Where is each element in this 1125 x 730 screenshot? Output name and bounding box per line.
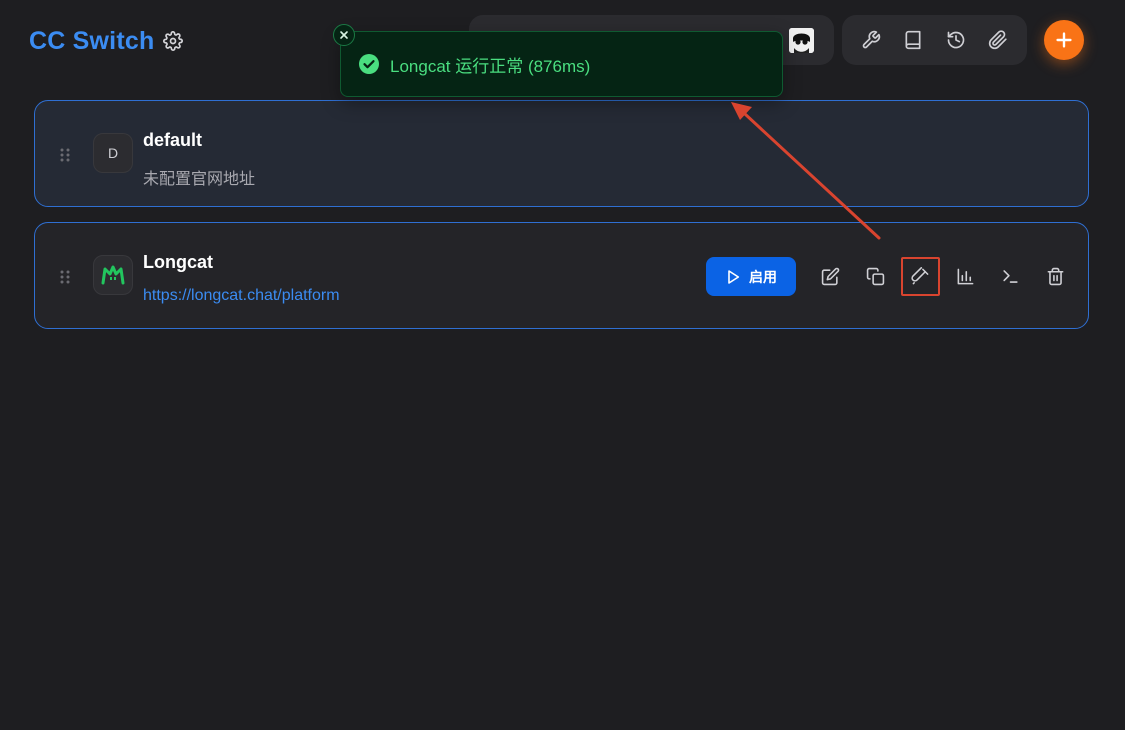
longcat-logo-icon [93, 255, 133, 295]
provider-initial-icon: D [93, 133, 133, 173]
provider-website: 未配置官网地址 [143, 171, 256, 188]
drag-handle-icon[interactable] [59, 147, 71, 163]
avatar-icon [789, 28, 814, 53]
tool-bar [842, 15, 1027, 65]
settings-button[interactable] [160, 28, 186, 54]
plus-icon [1056, 32, 1072, 48]
test-tube-icon [911, 267, 929, 285]
provider-card-longcat[interactable]: Longcat https://longcat.chat/platform 启用 [34, 222, 1089, 329]
avatar[interactable] [789, 28, 814, 53]
provider-card-default[interactable]: D default 未配置官网地址 [34, 100, 1089, 207]
toast-notification: Longcat 运行正常 (876ms) [340, 31, 783, 97]
usage-stats-button[interactable] [949, 260, 982, 293]
enable-button[interactable]: 启用 [706, 257, 796, 296]
copy-icon [866, 267, 885, 286]
play-icon [728, 269, 740, 284]
docs-button[interactable] [896, 23, 930, 57]
edit-button[interactable] [814, 260, 847, 293]
test-connection-button[interactable] [901, 257, 940, 296]
bar-chart-icon [957, 268, 974, 285]
check-circle-icon [359, 54, 379, 74]
trash-icon [1047, 267, 1064, 286]
gear-icon [163, 31, 183, 51]
provider-actions: 启用 [706, 257, 1078, 296]
terminal-button[interactable] [994, 260, 1027, 293]
enable-label: 启用 [749, 268, 777, 285]
drag-handle-icon[interactable] [59, 269, 71, 285]
delete-button[interactable] [1039, 260, 1072, 293]
toast-message: Longcat 运行正常 (876ms) [390, 56, 591, 76]
terminal-icon [1003, 270, 1018, 283]
provider-website-link[interactable]: https://longcat.chat/platform [143, 287, 340, 305]
attachments-button[interactable] [981, 23, 1015, 57]
paperclip-icon [988, 30, 1007, 50]
edit-icon [821, 267, 840, 286]
close-icon [340, 31, 348, 39]
duplicate-button[interactable] [859, 260, 892, 293]
app-title: CC Switch [29, 27, 155, 55]
book-icon [905, 30, 921, 50]
toast-close-button[interactable] [333, 24, 355, 46]
wrench-icon [862, 30, 881, 49]
provider-name: default [143, 130, 203, 150]
provider-name: Longcat [143, 252, 213, 272]
history-button[interactable] [939, 23, 973, 57]
history-icon [947, 31, 964, 49]
tools-button[interactable] [854, 23, 888, 57]
add-provider-button[interactable] [1044, 20, 1084, 60]
